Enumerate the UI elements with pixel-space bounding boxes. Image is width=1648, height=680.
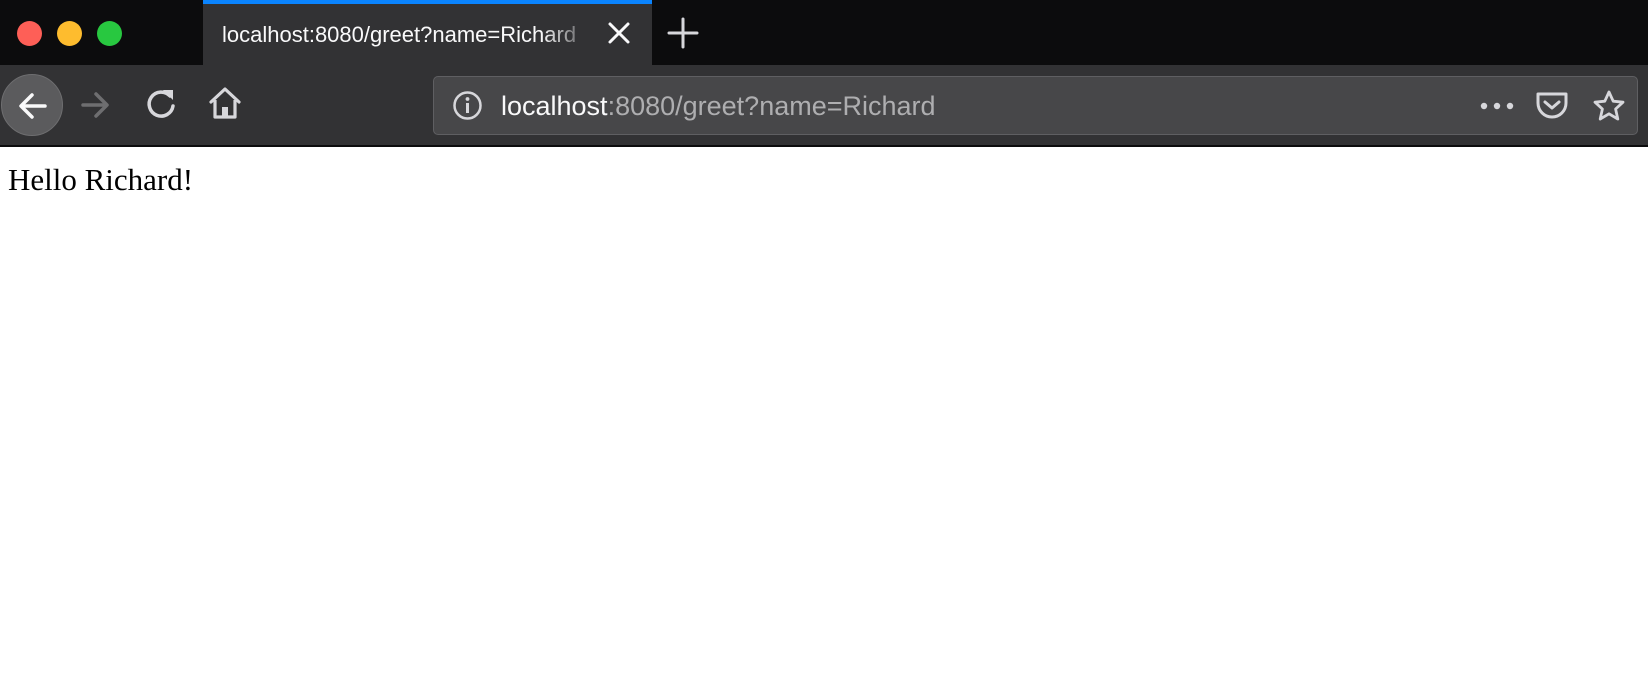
home-icon[interactable] (207, 85, 243, 126)
pocket-icon[interactable] (1535, 90, 1569, 127)
url-path: :8080/greet?name=Richard (607, 91, 936, 121)
url-host: localhost (501, 91, 608, 121)
minimize-window-button[interactable] (57, 21, 82, 46)
navigation-toolbar: localhost:8080/greet?name=Richard (0, 65, 1648, 147)
page-content: Hello Richard! (0, 147, 1648, 680)
tab-strip: localhost:8080/greet?name=Richard (0, 0, 1648, 65)
tab-close-icon[interactable] (604, 18, 634, 48)
bookmark-star-icon[interactable] (1592, 89, 1626, 128)
info-icon[interactable] (452, 90, 483, 126)
maximize-window-button[interactable] (97, 21, 122, 46)
new-tab-plus-icon[interactable] (666, 16, 700, 50)
back-icon (19, 93, 47, 119)
url-text[interactable]: localhost:8080/greet?name=Richard (501, 90, 936, 122)
browser-window: localhost:8080/greet?name=Richard localh… (0, 0, 1648, 680)
forward-icon[interactable] (78, 87, 114, 128)
reload-icon[interactable] (143, 86, 179, 127)
back-button[interactable] (1, 74, 63, 136)
close-window-button[interactable] (17, 21, 42, 46)
page-actions-icon[interactable] (1479, 93, 1515, 124)
tab-title: localhost:8080/greet?name=Richard (222, 22, 577, 47)
address-bar[interactable]: localhost:8080/greet?name=Richard (433, 76, 1638, 135)
greeting-text: Hello Richard! (8, 162, 194, 197)
tab-active[interactable]: localhost:8080/greet?name=Richard (203, 0, 652, 65)
active-tab-indicator (203, 0, 652, 4)
